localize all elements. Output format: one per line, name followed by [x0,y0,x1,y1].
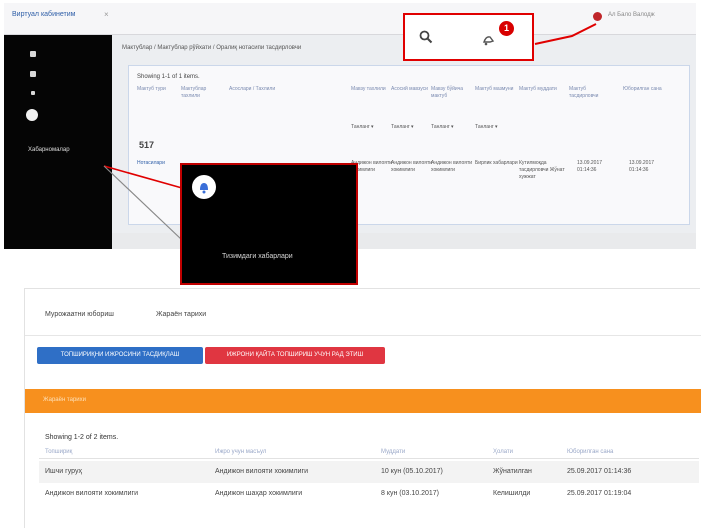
notifications-menu-callout: Тизимдаги хабарлари [180,163,358,285]
table-cell: 8 кун (03.10.2017) [381,490,439,497]
tab-process-history[interactable]: Жараён тарихи [156,311,206,318]
column-header[interactable]: Топшириқ [45,449,72,455]
bell-icon[interactable] [192,175,216,199]
process-history-screenshot: Мурожаатни юбориш Жараён тарихи ТОПШИРИҚ… [24,288,701,528]
tab-send-request[interactable]: Мурожаатни юбориш [45,311,114,318]
table-cell: Жўнатилган [493,468,532,475]
menu-item-label[interactable]: Тизимдаги хабарлари [222,253,293,260]
table-cell: Ишчи гуруҳ [45,468,82,475]
bell-icon[interactable] [481,32,497,46]
table-cell: Андижон вилояти хокимлиги [45,490,139,497]
table-cell: 25.09.2017 01:19:04 [567,490,632,497]
column-header[interactable]: Юборилган сана [567,449,613,455]
section-header: Жараён тарихи [25,389,701,413]
section-title: Жараён тарихи [43,397,86,403]
column-header[interactable]: Муддати [381,449,405,455]
table-cell: Андижон вилояти хокимлиги [215,468,309,475]
search-callout-pointer [534,23,597,45]
divider [25,335,701,336]
table-row[interactable]: Андижон вилояти хокимлиги Андижон шаҳар … [39,483,699,505]
column-header[interactable]: Ҳолати [493,449,513,455]
table-cell: 10 кун (05.10.2017) [381,468,443,475]
table-cell: Андижон шаҳар хокимлиги [215,490,303,497]
confirm-execution-button[interactable]: ТОПШИРИҚНИ ИЖРОСИНИ ТАСДИҚЛАШ [37,347,203,364]
table-cell: 25.09.2017 01:14:36 [567,468,632,475]
search-icon[interactable] [419,30,433,44]
reject-execution-button[interactable]: ИЖРОНИ ҚАЙТА ТОПШИРИШ УЧУН РАД ЭТИШ [205,347,385,364]
divider [39,458,699,459]
notification-badge: 1 [499,21,514,36]
header-actions-callout: 1 [403,13,534,61]
table-cell: Келишилди [493,490,531,497]
column-header[interactable]: Ижро учун масъул [215,449,266,455]
table-summary: Showing 1-2 of 2 items. [45,434,119,441]
table-row[interactable]: Ишчи гуруҳ Андижон вилояти хокимлиги 10 … [39,461,699,483]
